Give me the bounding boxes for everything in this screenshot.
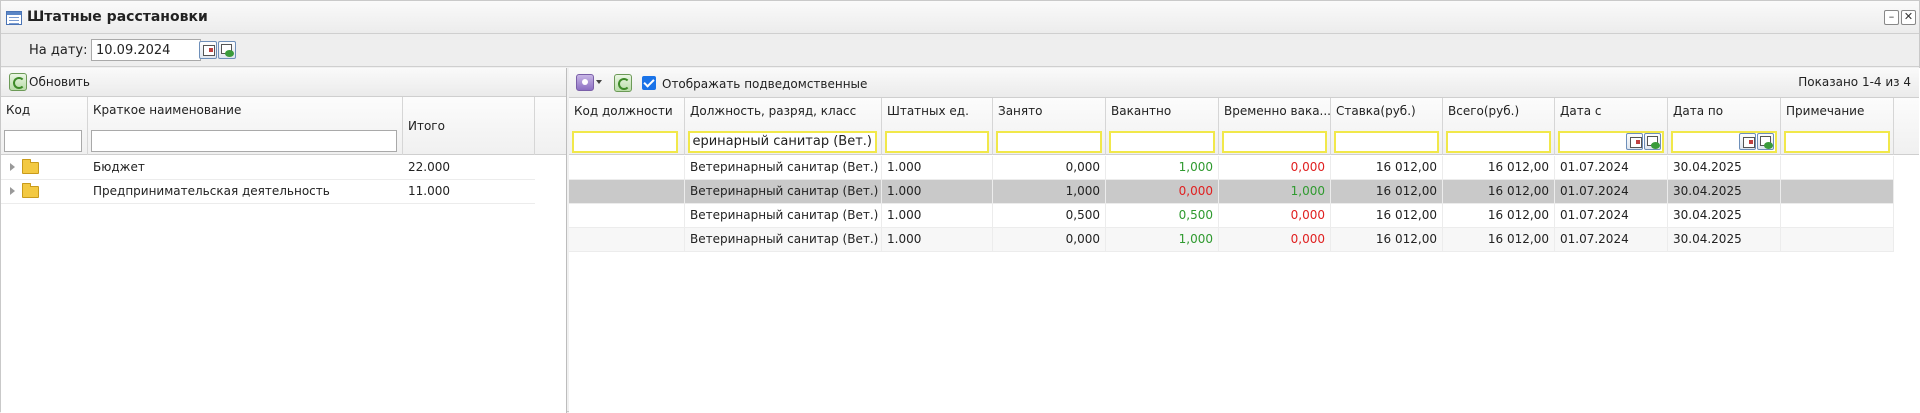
refresh-icon[interactable] <box>614 74 632 92</box>
folder-icon <box>22 183 39 198</box>
table-row[interactable]: Ветеринарный санитар (Вет.) 1.000 0,500 … <box>569 204 1894 228</box>
calendar-icon[interactable] <box>1626 133 1643 150</box>
positions-grid-header: Код должности Должность, разряд, класс В… <box>569 98 1919 155</box>
filter-temp-vacant-input[interactable] <box>1222 131 1327 153</box>
column-date-to[interactable]: Дата по <box>1668 98 1781 155</box>
chevron-down-icon[interactable] <box>596 80 602 84</box>
filter-position-input[interactable]: Ветеринарный санитар (Вет.) <box>688 131 877 153</box>
column-occupied[interactable]: Занято <box>993 98 1106 155</box>
minimize-button[interactable]: – <box>1884 10 1899 25</box>
close-button[interactable]: ✕ <box>1901 10 1916 25</box>
filter-date-to-input[interactable] <box>1671 131 1777 153</box>
column-vacant[interactable]: Вакантно <box>1106 98 1219 155</box>
column-date-from[interactable]: Дата с <box>1555 98 1668 155</box>
date-label: На дату: <box>29 43 88 58</box>
column-total[interactable]: Итого <box>403 97 535 155</box>
date-bar: На дату: 10.09.2024 <box>1 34 1919 67</box>
filter-occupied-input[interactable] <box>996 131 1102 153</box>
tree-row[interactable]: Бюджет 22.000 <box>1 156 535 180</box>
show-subordinate-checkbox[interactable] <box>642 76 656 90</box>
calendar-icon[interactable] <box>1739 133 1756 150</box>
filter-code-input[interactable] <box>4 130 82 152</box>
clear-date-icon[interactable] <box>1757 133 1774 150</box>
positions-panel: Отображать подведомственные Показано 1-4… <box>569 68 1920 413</box>
expand-icon[interactable] <box>10 163 15 171</box>
column-filler <box>535 97 566 155</box>
table-row[interactable]: Ветеринарный санитар (Вет.) 1.000 0,000 … <box>569 228 1894 252</box>
filter-short-name-input[interactable] <box>91 130 397 152</box>
column-note[interactable]: Примечание <box>1781 98 1894 155</box>
pagination-info: Показано 1-4 из 4 <box>1798 75 1911 89</box>
column-temp-vacant[interactable]: Временно вака... <box>1219 98 1331 155</box>
refresh-button[interactable]: Обновить <box>29 75 90 89</box>
filter-units-input[interactable] <box>885 131 989 153</box>
filter-note-input[interactable] <box>1784 131 1890 153</box>
window-title: Штатные расстановки <box>27 9 208 25</box>
filter-rate-input[interactable] <box>1334 131 1439 153</box>
title-bar: Штатные расстановки – ✕ <box>1 1 1919 34</box>
filter-position-code-input[interactable] <box>572 131 678 153</box>
table-row[interactable]: Ветеринарный санитар (Вет.) 1.000 0,000 … <box>569 156 1894 180</box>
settings-icon[interactable] <box>576 74 594 91</box>
clear-date-icon[interactable] <box>1644 133 1661 150</box>
clear-date-icon[interactable] <box>218 41 236 59</box>
column-position-code[interactable]: Код должности <box>569 98 685 155</box>
calendar-icon[interactable] <box>199 41 217 59</box>
left-toolbar: Обновить <box>1 68 566 97</box>
date-input[interactable]: 10.09.2024 <box>91 39 201 61</box>
show-subordinate-label: Отображать подведомственные <box>662 77 868 91</box>
filter-date-from-input[interactable] <box>1558 131 1664 153</box>
column-code[interactable]: Код <box>1 97 88 155</box>
filter-total-sum-input[interactable] <box>1446 131 1551 153</box>
budget-tree-panel: Обновить Код Краткое наименование Итого … <box>1 68 567 413</box>
filter-vacant-input[interactable] <box>1109 131 1215 153</box>
column-units[interactable]: Штатных ед. <box>882 98 993 155</box>
left-grid-header: Код Краткое наименование Итого <box>1 97 566 155</box>
column-short-name[interactable]: Краткое наименование <box>88 97 403 155</box>
right-toolbar: Отображать подведомственные Показано 1-4… <box>569 68 1919 98</box>
folder-icon <box>22 159 39 174</box>
tree-row[interactable]: Предпринимательская деятельность 11.000 <box>1 180 535 204</box>
staffing-window: Штатные расстановки – ✕ На дату: 10.09.2… <box>0 0 1920 413</box>
refresh-icon[interactable] <box>9 73 27 91</box>
table-row[interactable]: Ветеринарный санитар (Вет.) 1.000 1,000 … <box>569 180 1894 204</box>
column-position[interactable]: Должность, разряд, класс Ветеринарный са… <box>685 98 882 155</box>
column-rate[interactable]: Ставка(руб.) <box>1331 98 1443 155</box>
window-icon <box>6 11 22 25</box>
expand-icon[interactable] <box>10 187 15 195</box>
column-total-sum[interactable]: Всего(руб.) <box>1443 98 1555 155</box>
